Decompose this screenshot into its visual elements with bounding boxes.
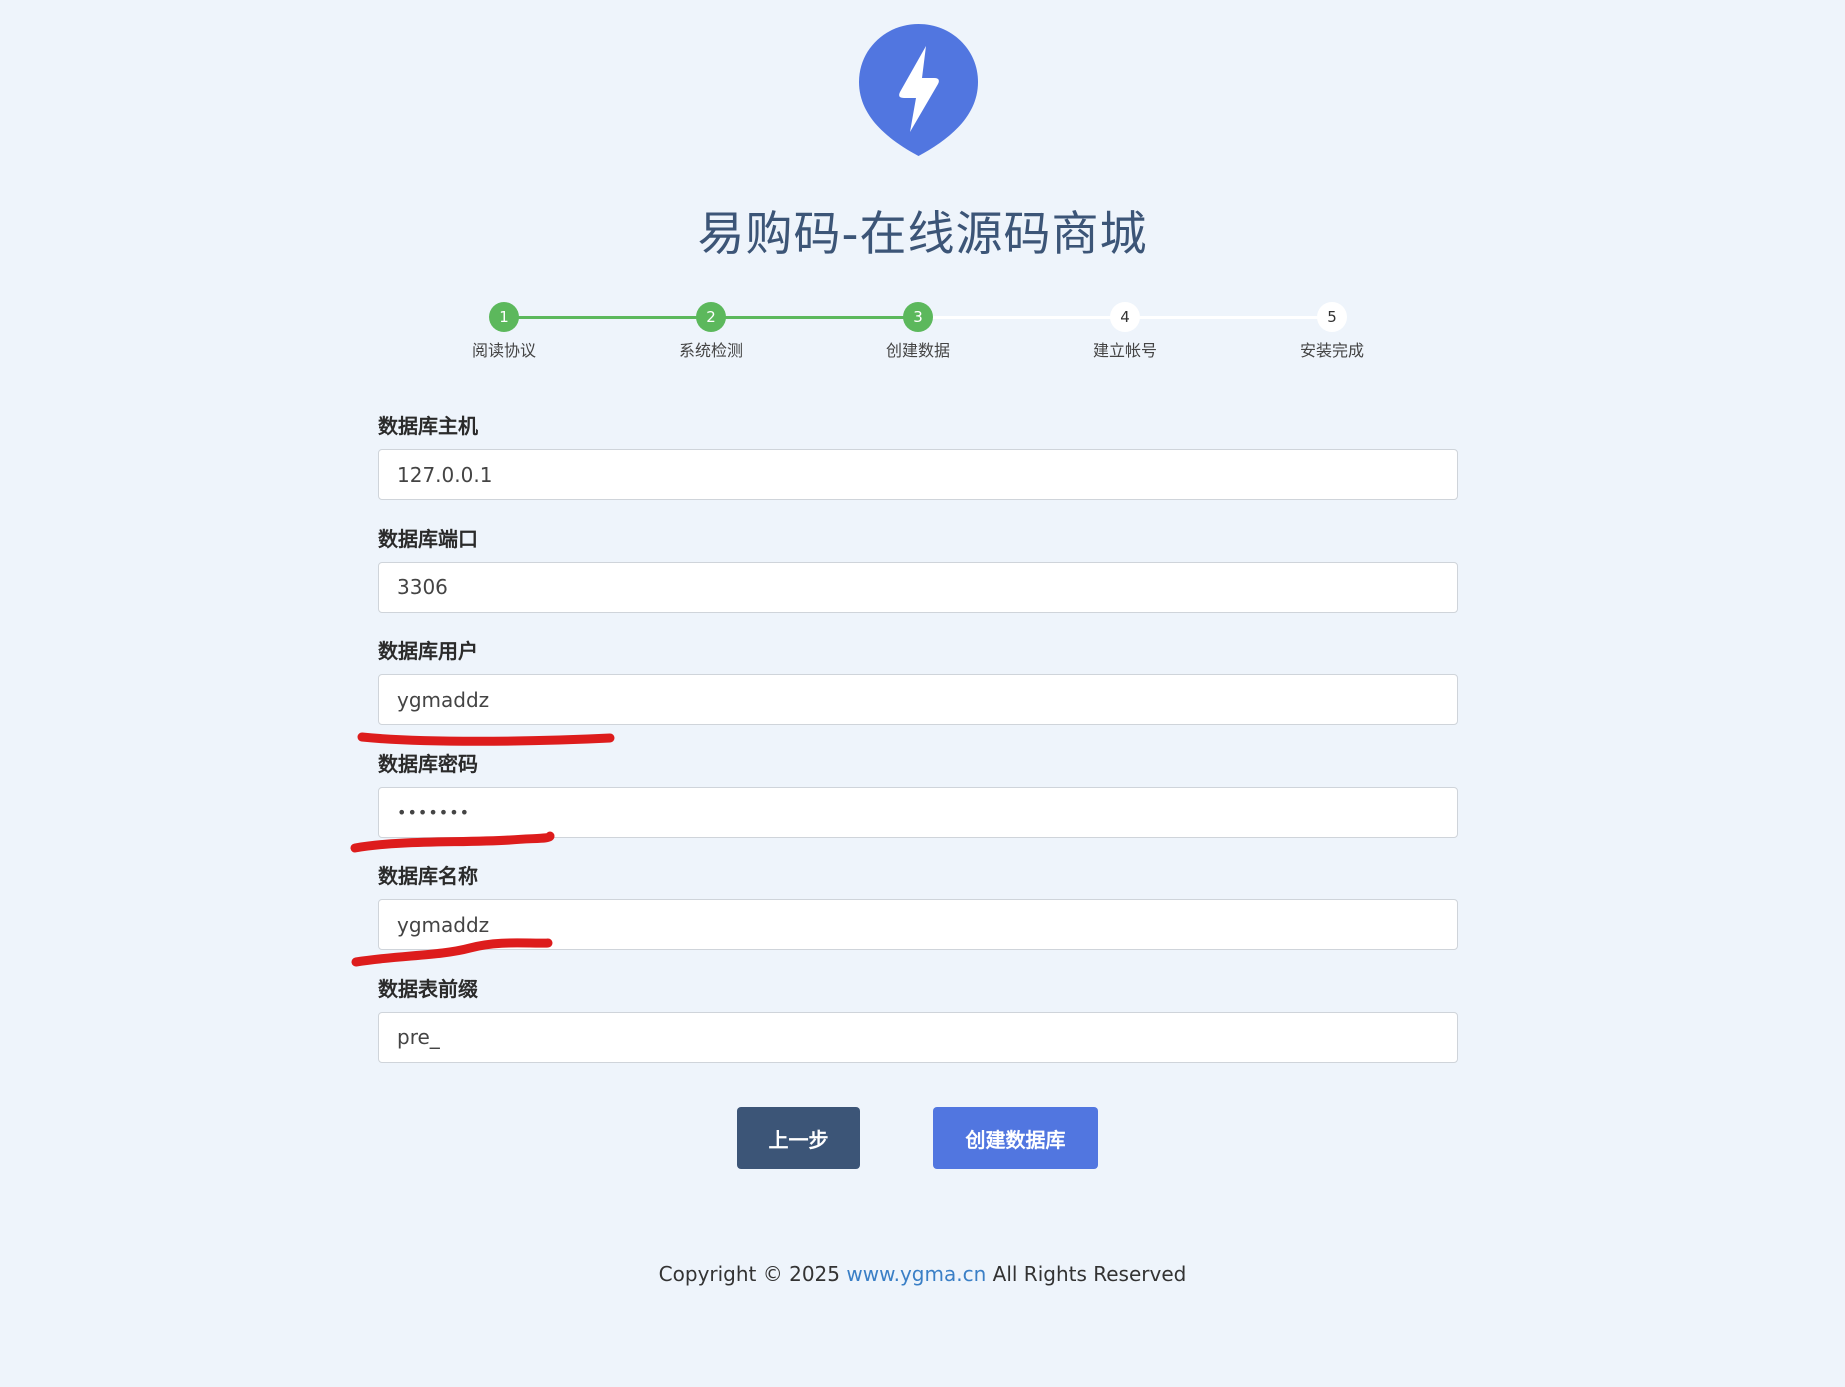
step-2-number: 2	[696, 302, 726, 332]
db-port-field: 数据库端口	[378, 525, 1458, 638]
create-database-button[interactable]: 创建数据库	[933, 1107, 1098, 1169]
step-1: 1 阅读协议	[444, 302, 564, 361]
footer-site-link[interactable]: www.ygma.cn	[846, 1262, 986, 1286]
annotation-underline-user	[357, 732, 615, 746]
step-3-number: 3	[903, 302, 933, 332]
prev-step-button[interactable]: 上一步	[737, 1107, 860, 1169]
db-user-label: 数据库用户	[378, 639, 478, 663]
step-1-label: 阅读协议	[471, 341, 536, 360]
db-port-label: 数据库端口	[378, 526, 478, 551]
step-5: 5 安装完成	[1272, 302, 1392, 361]
step-4-label: 建立帐号	[1092, 341, 1157, 360]
step-3-label: 创建数据	[885, 341, 950, 360]
footer: Copyright © 2025 www.ygma.cn All Rights …	[0, 1262, 1845, 1286]
db-host-label: 数据库主机	[378, 414, 478, 438]
table-prefix-field: 数据表前缀	[378, 975, 1458, 1088]
table-prefix-input[interactable]	[378, 1011, 1458, 1063]
annotation-underline-dbname	[351, 938, 553, 967]
table-prefix-label: 数据表前缀	[378, 976, 478, 1001]
step-2: 2 系统检测	[651, 302, 771, 361]
step-2-label: 系统检测	[678, 341, 743, 360]
red-annotation-marks	[350, 732, 615, 967]
step-3: 3 创建数据	[858, 302, 978, 361]
progress-steps: 1 阅读协议 2 系统检测 3 创建数据 4 建立帐号 5 安装完成	[400, 302, 1607, 372]
db-host-field: 数据库主机	[378, 412, 1458, 525]
logo-lightning-icon	[859, 24, 978, 156]
step-5-label: 安装完成	[1299, 341, 1364, 360]
step-4-number: 4	[1110, 302, 1140, 332]
footer-rights: All Rights Reserved	[992, 1262, 1187, 1286]
db-host-input[interactable]	[378, 449, 1458, 500]
annotation-underline-password	[350, 831, 555, 853]
footer-copyright: Copyright © 2025	[658, 1262, 841, 1286]
site-title: 易购码-在线源码商城	[697, 207, 1148, 262]
step-1-number: 1	[489, 302, 519, 332]
step-5-number: 5	[1317, 302, 1347, 332]
step-4: 4 建立帐号	[1065, 302, 1185, 361]
db-port-input[interactable]	[378, 561, 1458, 613]
